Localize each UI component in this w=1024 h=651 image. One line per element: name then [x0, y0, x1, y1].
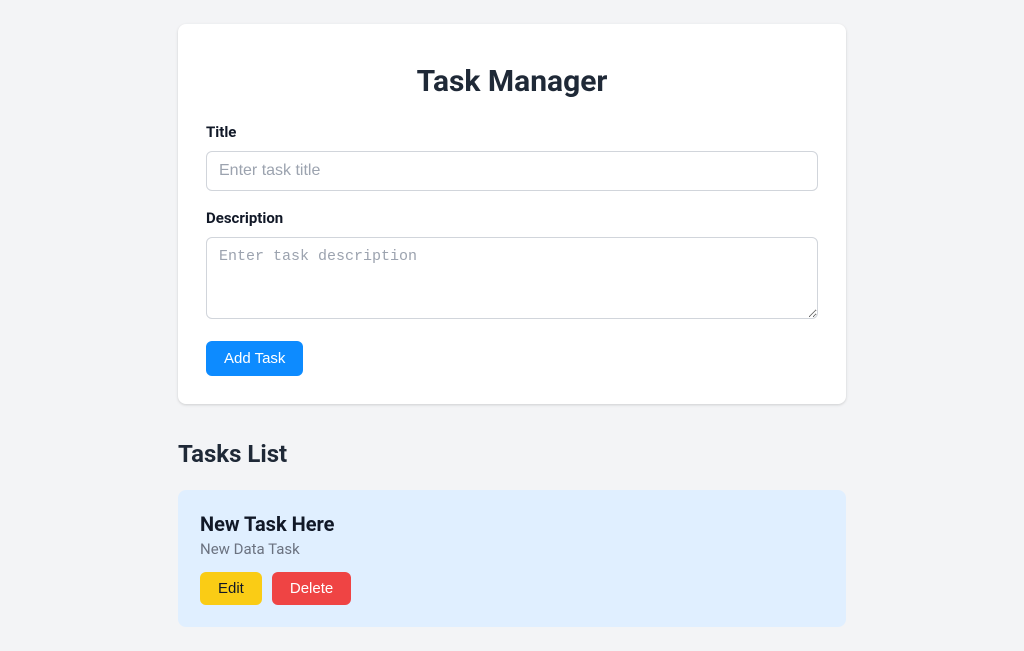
- description-label: Description: [206, 209, 818, 227]
- add-task-button[interactable]: Add Task: [206, 341, 303, 376]
- title-input[interactable]: [206, 151, 818, 191]
- title-label: Title: [206, 123, 818, 141]
- description-input[interactable]: [206, 237, 818, 319]
- delete-button[interactable]: Delete: [272, 572, 351, 605]
- description-field-group: Description: [206, 209, 818, 323]
- task-actions: Edit Delete: [200, 572, 824, 605]
- title-field-group: Title: [206, 123, 818, 191]
- edit-button[interactable]: Edit: [200, 572, 262, 605]
- task-description: New Data Task: [200, 540, 824, 558]
- tasks-list-title: Tasks List: [178, 440, 846, 468]
- task-form-card: Task Manager Title Description Add Task: [178, 24, 846, 404]
- page-title: Task Manager: [206, 64, 818, 99]
- task-title: New Task Here: [200, 512, 824, 536]
- task-card: New Task Here New Data Task Edit Delete: [178, 490, 846, 627]
